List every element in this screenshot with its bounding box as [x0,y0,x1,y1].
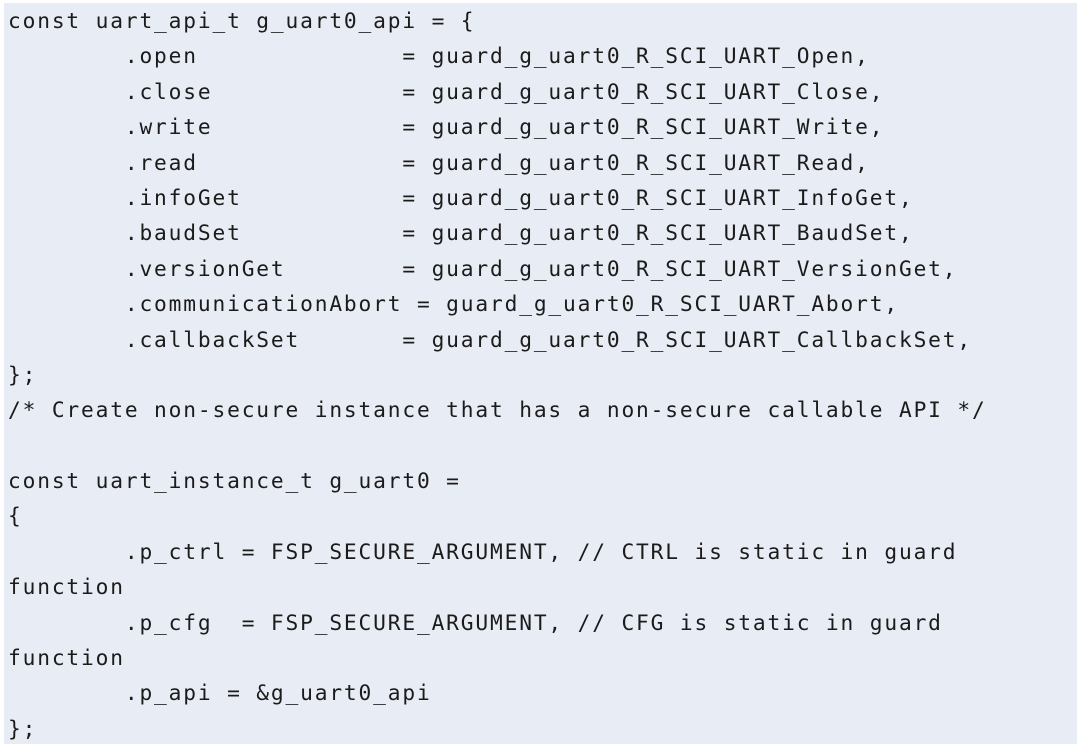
code-line: .p_cfg = FSP_SECURE_ARGUMENT, // CFG is … [8,609,943,635]
code-line: .p_ctrl = FSP_SECURE_ARGUMENT, // CTRL i… [8,538,958,564]
code-line: const uart_instance_t g_uart0 = [8,468,461,494]
code-line: { [8,503,23,529]
code-line: .write = guard_g_uart0_R_SCI_UART_Write, [8,114,885,140]
code-line: .communicationAbort = guard_g_uart0_R_SC… [8,291,899,317]
code-line: }; [8,715,38,741]
code-line: .close = guard_g_uart0_R_SCI_UART_Close, [8,78,885,104]
code-line-wrapped: function [8,574,125,600]
code-line-wrapped: function [8,645,125,671]
code-line: .versionGet = guard_g_uart0_R_SCI_UART_V… [8,255,958,281]
code-line: }; [8,361,38,387]
code-line-comment: /* Create non-secure instance that has a… [8,397,987,423]
code-line: .infoGet = guard_g_uart0_R_SCI_UART_Info… [8,184,914,210]
code-listing-panel: const uart_api_t g_uart0_api = { .open =… [0,0,1080,744]
code-content: const uart_api_t g_uart0_api = { .open =… [8,3,1068,744]
code-line: .baudSet = guard_g_uart0_R_SCI_UART_Baud… [8,220,914,246]
code-line: .callbackSet = guard_g_uart0_R_SCI_UART_… [8,326,972,352]
code-line: .p_api = &g_uart0_api [8,680,432,706]
code-line: .read = guard_g_uart0_R_SCI_UART_Read, [8,149,870,175]
code-text[interactable]: const uart_api_t g_uart0_api = { .open =… [8,3,1068,744]
code-line: .open = guard_g_uart0_R_SCI_UART_Open, [8,43,870,69]
code-line: const uart_api_t g_uart0_api = { [8,8,476,33]
